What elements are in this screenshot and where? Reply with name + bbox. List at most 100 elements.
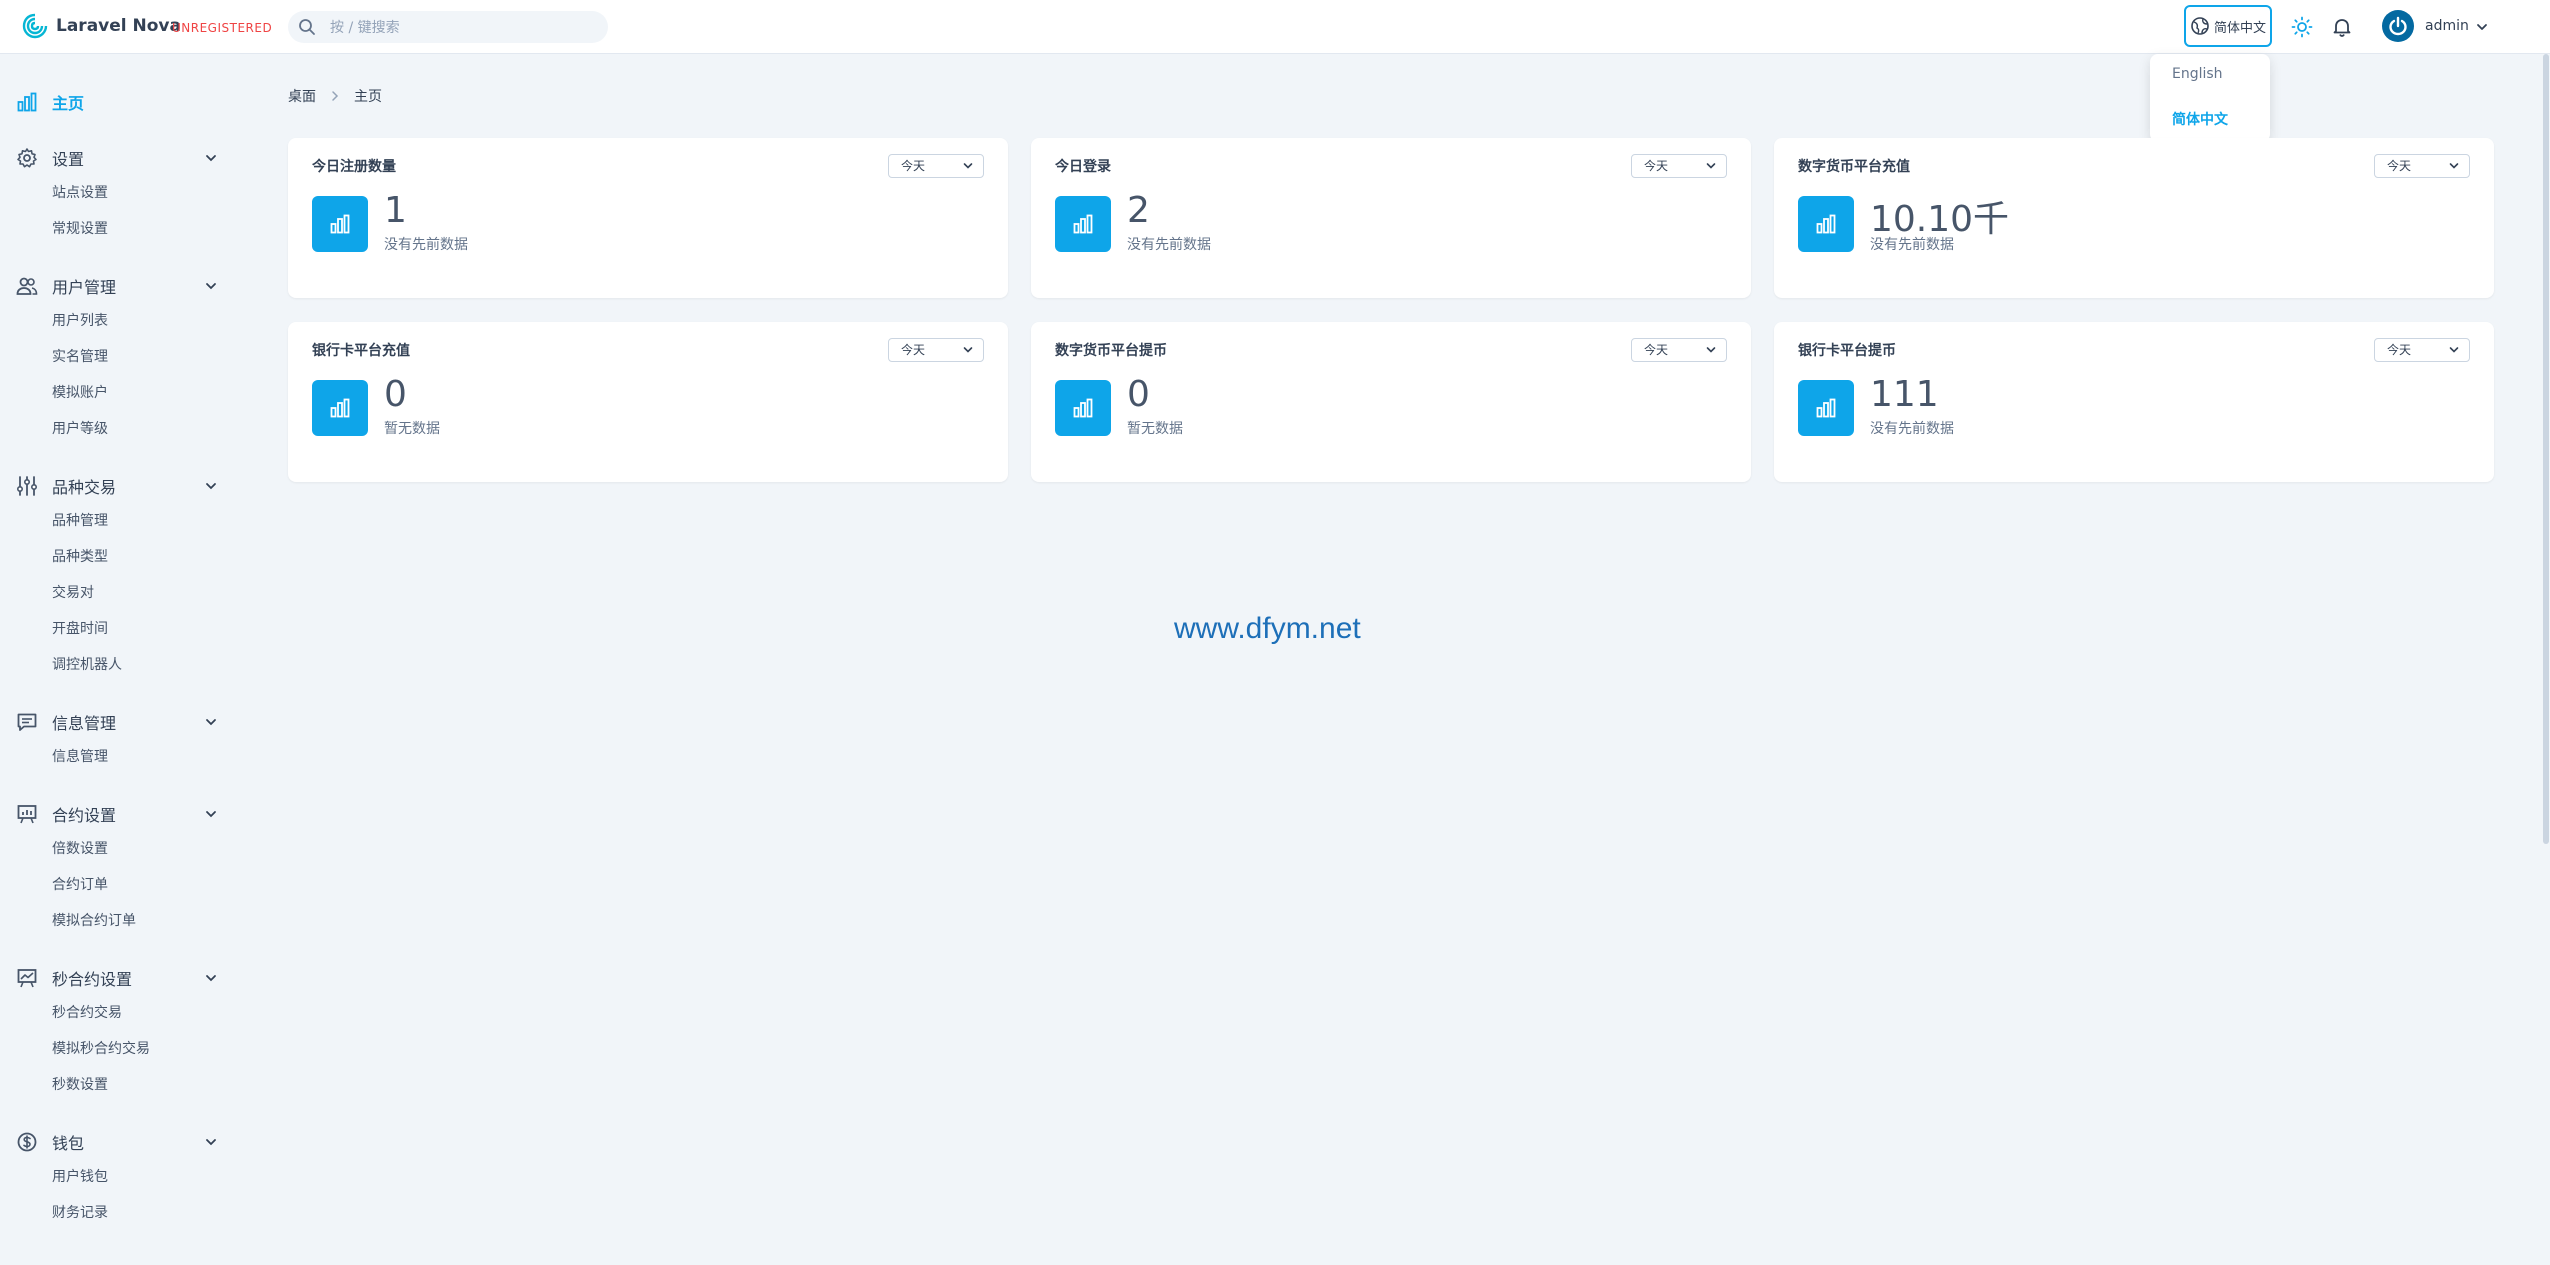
sidebar-item-contract-orders[interactable]: 合约订单 [52,874,108,894]
language-option-english[interactable]: English [2172,66,2223,82]
sidebar-section-label: 信息管理 [52,714,117,733]
metric-icon-tile [1055,196,1111,252]
chevron-down-icon[interactable] [203,1134,219,1150]
sidebar-item-trading-pairs[interactable]: 交易对 [52,582,94,602]
globe-icon [2191,17,2209,35]
chevron-down-icon [963,347,973,353]
sidebar-item-financial-records[interactable]: 财务记录 [52,1202,108,1222]
metric-range-value: 今天 [901,343,926,357]
top-header: Laravel Nova UNREGISTERED 按 / 键搜索 简体中文 a… [0,0,2550,54]
chat-icon [17,713,37,731]
sidebar-item-user-list[interactable]: 用户列表 [52,310,108,330]
sidebar-item-opening-hours[interactable]: 开盘时间 [52,618,108,638]
language-dropdown: English 简体中文 [2150,54,2270,142]
metric-card: 银行卡平台提币 今天 111 没有先前数据 [1774,322,2494,482]
search-icon [299,19,315,35]
sidebar-section-settings[interactable]: 设置 [0,143,240,173]
chevron-down-icon[interactable] [203,806,219,822]
chevron-down-icon [963,163,973,169]
metric-range-select[interactable]: 今天 [1631,338,1727,362]
sidebar-section-trading[interactable]: 品种交易 [0,471,240,501]
metric-value: 0 [384,374,407,415]
metric-range-value: 今天 [1644,343,1669,357]
language-current-label: 简体中文 [2213,20,2266,36]
sidebar-section-messages[interactable]: 信息管理 [0,707,240,737]
sidebar-item-demo-accounts[interactable]: 模拟账户 [52,382,108,402]
chevron-down-icon[interactable] [2474,19,2490,35]
sidebar-item-user-levels[interactable]: 用户等级 [52,418,108,438]
chevron-down-icon[interactable] [203,714,219,730]
metric-icon-tile [312,380,368,436]
metric-icon-tile [1798,196,1854,252]
breadcrumb-dashboard[interactable]: 桌面 [288,86,316,106]
bar-chart-icon [17,92,37,112]
sidebar-item-seconds-settings[interactable]: 秒数设置 [52,1074,108,1094]
sidebar-item-second-contract-trading[interactable]: 秒合约交易 [52,1002,122,1022]
metric-comparison-note: 没有先前数据 [1870,421,1954,437]
user-name[interactable]: admin [2425,18,2469,34]
bar-chart-icon [1073,398,1093,418]
sidebar-item-symbol-management[interactable]: 品种管理 [52,510,108,530]
metric-value: 0 [1127,374,1150,415]
presentation-chart-icon [17,805,37,824]
metric-icon-tile [1798,380,1854,436]
language-switcher-button[interactable]: 简体中文 [2184,5,2272,47]
sidebar-item-demo-second-contract-trading[interactable]: 模拟秒合约交易 [52,1038,150,1058]
sidebar-item-general-settings[interactable]: 常规设置 [52,218,108,238]
chevron-down-icon[interactable] [203,150,219,166]
sidebar-item-demo-contract-orders[interactable]: 模拟合约订单 [52,910,136,930]
power-icon [2389,16,2407,36]
sidebar-item-control-robot[interactable]: 调控机器人 [52,654,122,674]
metric-card-title: 今日注册数量 [312,159,396,175]
metric-comparison-note: 没有先前数据 [384,237,468,253]
chevron-right-icon [332,91,339,101]
metric-value: 2 [1127,190,1150,231]
metric-card: 今日注册数量 今天 1 没有先前数据 [288,138,1008,298]
sidebar-item-home[interactable]: 主页 [0,87,240,117]
sidebar-section-second-contract-settings[interactable]: 秒合约设置 [0,963,240,993]
metric-icon-tile [1055,380,1111,436]
sidebar-item-site-settings[interactable]: 站点设置 [52,182,108,202]
metric-comparison-note: 暂无数据 [384,421,440,437]
nova-logo-icon [22,13,48,39]
bell-icon[interactable] [2330,15,2354,39]
sidebar-section-label: 秒合约设置 [52,970,133,989]
page-scrollbar-thumb[interactable] [2543,54,2549,844]
metric-card-title: 银行卡平台提币 [1798,343,1896,359]
metric-card-title: 数字货币平台充值 [1798,159,1910,175]
chevron-down-icon[interactable] [203,278,219,294]
metric-card: 数字货币平台充值 今天 10.10千 没有先前数据 [1774,138,2494,298]
metric-range-select[interactable]: 今天 [2374,338,2470,362]
brand-logo[interactable]: Laravel Nova [22,13,181,39]
global-search[interactable]: 按 / 键搜索 [288,11,608,43]
sidebar-section-contract-settings[interactable]: 合约设置 [0,799,240,829]
sidebar-item-symbol-types[interactable]: 品种类型 [52,546,108,566]
metric-comparison-note: 暂无数据 [1127,421,1183,437]
bar-chart-icon [1816,398,1836,418]
sidebar-section-label: 钱包 [52,1134,85,1153]
sidebar-item-message-management[interactable]: 信息管理 [52,746,108,766]
metric-value: 111 [1870,374,1939,415]
sidebar-section-label: 合约设置 [52,806,117,825]
metric-range-value: 今天 [901,159,926,173]
sidebar-section-wallet[interactable]: 钱包 [0,1127,240,1157]
chevron-down-icon[interactable] [203,970,219,986]
metric-range-select[interactable]: 今天 [1631,154,1727,178]
gear-icon [17,148,37,168]
metric-range-value: 今天 [1644,159,1669,173]
sidebar-section-label: 品种交易 [52,478,117,497]
unregistered-badge: UNREGISTERED [172,21,273,35]
metric-range-select[interactable]: 今天 [2374,154,2470,178]
sun-icon[interactable] [2290,15,2314,39]
metric-range-select[interactable]: 今天 [888,154,984,178]
chevron-down-icon[interactable] [203,478,219,494]
sidebar-item-leverage-settings[interactable]: 倍数设置 [52,838,108,858]
sidebar-item-kyc[interactable]: 实名管理 [52,346,108,366]
user-avatar[interactable] [2382,10,2414,42]
metric-comparison-note: 没有先前数据 [1870,237,1954,253]
sidebar-section-user-management[interactable]: 用户管理 [0,271,240,301]
sidebar-item-user-wallets[interactable]: 用户钱包 [52,1166,108,1186]
language-option-chinese[interactable]: 简体中文 [2172,109,2228,129]
breadcrumb: 桌面 主页 [288,86,382,106]
metric-range-select[interactable]: 今天 [888,338,984,362]
